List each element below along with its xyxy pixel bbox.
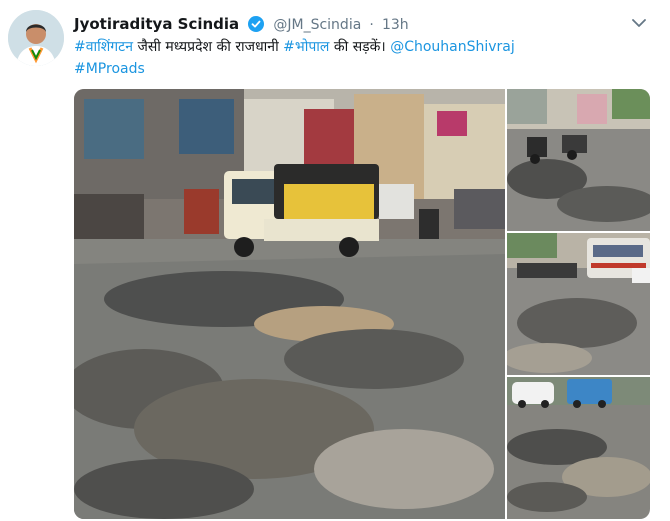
chevron-down-icon[interactable] [630,14,648,32]
photo-3[interactable] [507,233,650,375]
timestamp[interactable]: 13h [382,17,409,33]
photo-2[interactable] [507,89,650,231]
photo-4[interactable] [507,377,650,519]
separator: · [369,17,374,33]
tweet-text-middle: जैसी मध्यप्रदेश की राजधानी [133,39,284,55]
hashtag-mproads[interactable]: #MProads [74,61,145,77]
tweet-header: Jyotiraditya Scindia @JM_Scindia · 13h [74,14,614,36]
handle[interactable]: @JM_Scindia [273,17,361,33]
tweet-text-after: की सड़कें। [329,39,391,55]
avatar[interactable] [8,10,64,66]
main-photo[interactable] [74,89,505,519]
hashtag-bhopal[interactable]: #भोपाल [283,39,329,55]
media-grid [74,89,650,519]
hashtag-washington[interactable]: #वाशिंगटन [74,39,133,55]
tweet-text: #वाशिंगटन जैसी मध्यप्रदेश की राजधानी #भो… [74,36,634,80]
verified-badge-icon [248,16,265,32]
mention-chouhanshivraj[interactable]: @ChouhanShivraj [390,39,515,55]
tweet: Jyotiraditya Scindia @JM_Scindia · 13h #… [0,0,670,521]
display-name[interactable]: Jyotiraditya Scindia [74,15,239,33]
